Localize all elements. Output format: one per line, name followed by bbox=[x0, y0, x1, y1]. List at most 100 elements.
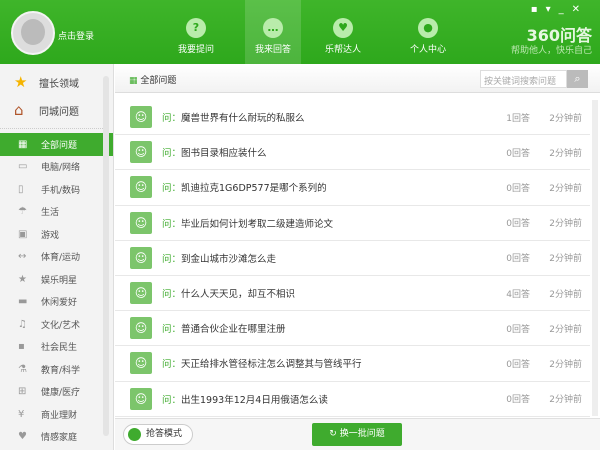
phone-icon: ▯ bbox=[18, 183, 24, 195]
timestamp: 2分钟前 bbox=[549, 359, 582, 370]
refresh-batch-button[interactable]: ↻ 换一批问题 bbox=[312, 423, 402, 446]
yen-icon: ¥ bbox=[18, 408, 25, 420]
minimize-icon[interactable]: _ bbox=[559, 4, 572, 15]
label: 擅长领域 bbox=[39, 78, 79, 90]
handshake-icon: ♥ bbox=[333, 18, 353, 38]
refresh-icon: ↻ bbox=[329, 429, 337, 439]
feedback-icon[interactable]: ▪ bbox=[531, 4, 546, 15]
question-row[interactable]: ☺ 问：毕业后如何计划考取二级建造师论文 0回答 2分钟前 bbox=[115, 206, 590, 241]
title-text: 全部问题 bbox=[140, 76, 177, 86]
question-text[interactable]: 问：天正给排水管径标注怎么调整其与管线平行 bbox=[162, 356, 362, 370]
sidebar-category[interactable]: ▣ 游戏 bbox=[0, 223, 113, 246]
close-icon[interactable]: ✕ bbox=[572, 4, 588, 15]
question-row[interactable]: ☺ 问：天正给排水管径标注怎么调整其与管线平行 0回答 2分钟前 bbox=[115, 346, 590, 382]
sidebar-category[interactable]: ☂ 生活 bbox=[0, 201, 113, 224]
sidebar-category[interactable]: ▯ 手机/数码 bbox=[0, 178, 113, 201]
search-input[interactable]: 按关键词搜索问题 bbox=[480, 70, 567, 88]
q-prefix: 问： bbox=[162, 289, 182, 301]
category-label: 社会民生 bbox=[41, 343, 78, 354]
menu-icon[interactable]: ▾ bbox=[546, 4, 559, 15]
nav-ask[interactable]: ? 我要提问 bbox=[168, 0, 224, 64]
sidebar-category[interactable]: ↔ 体育/运动 bbox=[0, 246, 113, 269]
search-icon: ⌕ bbox=[574, 72, 581, 85]
question-row[interactable]: ☺ 问：图书目录相应装什么 0回答 2分钟前 bbox=[115, 135, 590, 171]
sidebar-category[interactable]: ★ 娱乐明星 bbox=[0, 268, 113, 291]
sidebar-category[interactable]: ▦ 全部问题 bbox=[0, 133, 113, 156]
category-label: 教育/科学 bbox=[41, 365, 81, 376]
nav-answer[interactable]: … 我来回答 bbox=[245, 0, 301, 64]
label: 同城问题 bbox=[39, 106, 79, 118]
answer-count: 0回答 bbox=[506, 148, 530, 159]
star-icon: ★ bbox=[18, 273, 27, 285]
question-text[interactable]: 问：魔兽世界有什么耐玩的私服么 bbox=[162, 110, 305, 124]
person-icon: ● bbox=[418, 18, 438, 38]
heart-icon: ♥ bbox=[18, 431, 27, 443]
sidebar-category[interactable]: ▬ 休闲爱好 bbox=[0, 291, 113, 314]
question-title: 天正给排水管径标注怎么调整其与管线平行 bbox=[181, 359, 362, 371]
category-label: 游戏 bbox=[41, 230, 60, 241]
medkit-icon: ⊞ bbox=[18, 386, 27, 398]
sidebar-category[interactable]: ♫ 文化/艺术 bbox=[0, 313, 113, 336]
question-text[interactable]: 问：什么人天天见，却互不相识 bbox=[162, 286, 295, 300]
question-row[interactable]: ☺ 问：出生1993年12月4日用俄语怎么读 0回答 2分钟前 bbox=[115, 382, 590, 417]
answer-count: 0回答 bbox=[506, 324, 530, 335]
login-link[interactable]: 点击登录 bbox=[58, 29, 94, 42]
divider bbox=[0, 128, 105, 129]
category-label: 体育/运动 bbox=[41, 253, 81, 264]
q-prefix: 问： bbox=[162, 394, 182, 406]
footer: 抢答模式 ↻ 换一批问题 bbox=[115, 418, 600, 450]
search-button[interactable]: ⌕ bbox=[567, 70, 588, 88]
question-title: 魔兽世界有什么耐玩的私服么 bbox=[181, 113, 305, 125]
question-text[interactable]: 问：到金山城市沙滩怎么走 bbox=[162, 251, 276, 265]
sidebar-category[interactable]: ⊞ 健康/医疗 bbox=[0, 381, 113, 404]
quick-answer-mode-button[interactable]: 抢答模式 bbox=[123, 424, 193, 445]
sidebar-category[interactable]: ▭ 电脑/网络 bbox=[0, 156, 113, 179]
dumbbell-icon: ↔ bbox=[18, 251, 27, 263]
answer-count: 0回答 bbox=[506, 183, 530, 194]
question-row[interactable]: ☺ 问：普通合伙企业在哪里注册 0回答 2分钟前 bbox=[115, 311, 590, 347]
timestamp: 2分钟前 bbox=[549, 395, 582, 406]
top-bar: 点击登录 ? 我要提问 … 我来回答 ♥ 乐帮达人 ● 个人中心 ▪▾_✕ 360问答 … bbox=[0, 0, 600, 64]
sidebar-item-expertise[interactable]: ★ 擅长领域 bbox=[0, 68, 113, 96]
question-row[interactable]: ☺ 问：魔兽世界有什么耐玩的私服么 1回答 2分钟前 bbox=[115, 100, 590, 136]
answer-count: 0回答 bbox=[506, 254, 530, 265]
list-scrollbar[interactable] bbox=[592, 100, 598, 416]
question-row[interactable]: ☺ 问：到金山城市沙滩怎么走 0回答 2分钟前 bbox=[115, 241, 590, 276]
question-title: 什么人天天见，却互不相识 bbox=[181, 289, 296, 301]
timestamp: 2分钟前 bbox=[549, 254, 582, 265]
category-label: 商业理财 bbox=[41, 410, 78, 421]
avatar[interactable] bbox=[11, 11, 55, 55]
chat-icon: … bbox=[263, 18, 283, 38]
sidebar-item-local[interactable]: ⌂ 同城问题 bbox=[0, 96, 113, 124]
question-text[interactable]: 问：毕业后如何计划考取二级建造师论文 bbox=[162, 216, 333, 230]
question-row[interactable]: ☺ 问：凯迪拉克1G6DP577是哪个系列的 0回答 2分钟前 bbox=[115, 170, 590, 206]
question-text[interactable]: 问：图书目录相应装什么 bbox=[162, 145, 267, 159]
flask-icon: ⚗ bbox=[18, 363, 27, 375]
house-icon: ⌂ bbox=[14, 101, 24, 119]
question-text[interactable]: 问：普通合伙企业在哪里注册 bbox=[162, 321, 286, 335]
question-title: 凯迪拉克1G6DP577是哪个系列的 bbox=[181, 183, 327, 195]
sidebar-category[interactable]: ¥ 商业理财 bbox=[0, 403, 113, 426]
grid-icon: ▦ bbox=[129, 76, 138, 86]
slogan: 帮助他人，快乐自己 bbox=[510, 46, 592, 56]
sidebar-category[interactable]: ♥ 情感家庭 bbox=[0, 426, 113, 449]
question-text[interactable]: 问：凯迪拉克1G6DP577是哪个系列的 bbox=[162, 180, 327, 194]
timestamp: 2分钟前 bbox=[549, 113, 582, 124]
nav-label: 乐帮达人 bbox=[324, 45, 361, 55]
timestamp: 2分钟前 bbox=[549, 183, 582, 194]
question-row[interactable]: ☺ 问：什么人天天见，却互不相识 4回答 2分钟前 bbox=[115, 276, 590, 312]
user-avatar: ☺ bbox=[130, 352, 152, 375]
question-text[interactable]: 问：出生1993年12月4日用俄语怎么读 bbox=[162, 392, 328, 406]
sidebar-category[interactable]: ⚗ 教育/科学 bbox=[0, 358, 113, 381]
nav-profile[interactable]: ● 个人中心 bbox=[400, 0, 456, 64]
timestamp: 2分钟前 bbox=[549, 324, 582, 335]
music-icon: ♫ bbox=[18, 318, 27, 330]
question-title: 图书目录相应装什么 bbox=[181, 148, 267, 160]
sidebar-category[interactable]: ▪ 社会民生 bbox=[0, 336, 113, 359]
category-label: 休闲爱好 bbox=[41, 298, 78, 309]
sidebar-scrollbar[interactable] bbox=[103, 76, 109, 436]
q-prefix: 问： bbox=[162, 148, 182, 160]
q-prefix: 问： bbox=[162, 218, 182, 230]
monitor-icon: ▭ bbox=[18, 161, 28, 173]
nav-helpers[interactable]: ♥ 乐帮达人 bbox=[315, 0, 371, 64]
